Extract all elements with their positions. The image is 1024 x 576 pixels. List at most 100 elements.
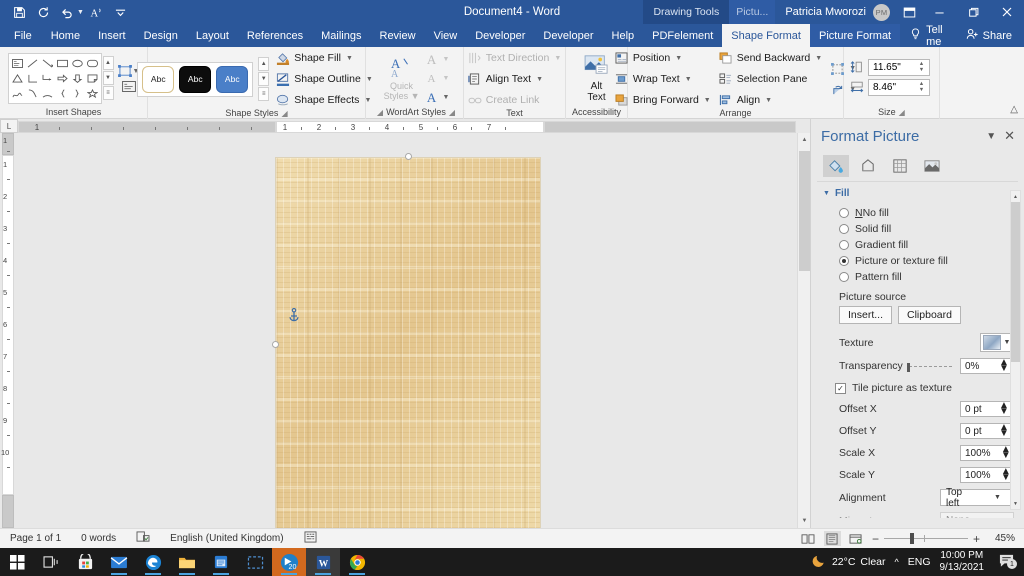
word-count[interactable]: 0 words xyxy=(71,533,126,544)
shape-star-icon[interactable] xyxy=(85,86,100,101)
start-button[interactable] xyxy=(0,548,34,576)
gallery-scroll-up-icon[interactable]: ▲ xyxy=(103,56,114,70)
document-vertical-scrollbar[interactable]: ▲ ▼ xyxy=(797,133,810,528)
scrollbar-thumb[interactable] xyxy=(799,151,810,271)
chevron-down-icon[interactable]: ▼ xyxy=(346,55,353,62)
customize-qat-icon[interactable] xyxy=(110,2,132,22)
tab-help[interactable]: Help xyxy=(603,24,644,47)
shape-styles-scroll[interactable]: ▲ ▼ ≡ xyxy=(258,57,269,102)
read-mode-view[interactable] xyxy=(800,531,817,546)
position-button[interactable]: Position ▼ xyxy=(612,49,714,67)
shape-arc-icon[interactable] xyxy=(40,86,55,101)
tab-home[interactable]: Home xyxy=(42,24,89,47)
show-hidden-icons[interactable]: ^ xyxy=(895,557,899,567)
radio-gradient-fill[interactable] xyxy=(839,240,849,250)
clipboard-button[interactable]: Clipboard xyxy=(898,306,961,324)
shape-width-spinner[interactable]: ▲▼ xyxy=(915,81,928,93)
shape-outline-button[interactable]: Shape Outline ▼ xyxy=(273,70,376,88)
radio-no-fill[interactable] xyxy=(839,208,849,218)
scale-x-input[interactable]: 100% ▲▼ xyxy=(960,445,1014,461)
shape-width-input[interactable]: ▲▼ xyxy=(868,79,930,96)
bring-forward-button[interactable]: Bring Forward ▼ xyxy=(612,91,714,109)
dialog-launcher-icon[interactable]: ◢ xyxy=(899,108,905,117)
microsoft-store-icon[interactable] xyxy=(68,548,102,576)
tab-developer[interactable]: Developer xyxy=(466,24,534,47)
tab-insert[interactable]: Insert xyxy=(89,24,135,47)
shape-height-value[interactable] xyxy=(869,62,915,73)
horizontal-ruler[interactable]: L 1 1 2 3 4 5 6 xyxy=(0,119,810,133)
zoom-level[interactable]: 45% xyxy=(987,533,1015,544)
refresh-icon[interactable] xyxy=(32,2,54,22)
styles-scroll-up-icon[interactable]: ▲ xyxy=(258,57,269,71)
pane-scroll-up-icon[interactable]: ▲ xyxy=(1011,191,1020,202)
snip-tool-icon[interactable] xyxy=(238,548,272,576)
gallery-more-icon[interactable]: ≡ xyxy=(103,86,114,100)
chevron-down-icon[interactable]: ▼ xyxy=(536,76,543,83)
clock[interactable]: 10:00 PM 9/13/2021 xyxy=(940,550,985,574)
chevron-down-icon[interactable]: ▼ xyxy=(675,55,682,62)
shape-style-thumb-1[interactable]: Abc xyxy=(142,66,174,93)
onedrive-icon[interactable] xyxy=(204,548,238,576)
option-gradient-fill[interactable]: Gradient fill xyxy=(811,237,1024,253)
layout-properties-tab[interactable] xyxy=(887,155,913,177)
tile-picture-checkbox[interactable]: ✓ xyxy=(835,383,846,394)
selection-pane-button[interactable]: Selection Pane xyxy=(716,70,825,88)
radio-picture-or-texture-fill[interactable] xyxy=(839,256,849,266)
scale-y-input[interactable]: 100% ▲▼ xyxy=(960,467,1014,483)
account-name[interactable]: Patricia Mworozi xyxy=(775,6,873,18)
option-picture-or-texture-fill[interactable]: Picture or texture fill xyxy=(811,253,1024,269)
align-text-button[interactable]: Align Text ▼ xyxy=(465,70,565,88)
pane-scrollbar-thumb[interactable] xyxy=(1011,202,1020,362)
tab-pdfelement[interactable]: PDFelement xyxy=(643,24,722,47)
read-aloud-icon[interactable]: A xyxy=(86,2,108,22)
avatar[interactable]: PM xyxy=(873,4,890,21)
shapes-gallery-scroll[interactable]: ▲ ▼ ≡ xyxy=(103,56,114,101)
pane-options-icon[interactable]: ▼ xyxy=(981,131,1001,142)
undo-icon[interactable] xyxy=(56,2,78,22)
shape-freeform-icon[interactable] xyxy=(10,86,25,101)
text-outline-button[interactable]: A ▼ xyxy=(424,70,450,87)
resize-handle-middle-left[interactable] xyxy=(272,341,279,348)
tell-me-box[interactable]: Tell me xyxy=(900,24,958,47)
shape-rectangle-icon[interactable] xyxy=(55,56,70,71)
tab-shape-format[interactable]: Shape Format xyxy=(722,24,810,47)
tab-references[interactable]: References xyxy=(238,24,312,47)
print-layout-view[interactable] xyxy=(824,531,841,546)
radio-solid-fill[interactable] xyxy=(839,224,849,234)
chevron-down-icon[interactable]: ▼ xyxy=(685,76,692,83)
effects-tab[interactable] xyxy=(855,155,881,177)
shape-height-input[interactable]: ▲▼ xyxy=(868,59,930,76)
vertical-ruler[interactable]: 1 1 2 3 4 5 6 7 8 9 10 xyxy=(0,133,16,528)
weather-widget[interactable]: 22°C Clear xyxy=(812,553,886,571)
edge-icon[interactable] xyxy=(136,548,170,576)
chevron-down-icon[interactable]: ▼ xyxy=(977,517,1013,518)
dialog-launcher-icon[interactable]: ◢ xyxy=(449,108,455,117)
shape-left-brace-icon[interactable] xyxy=(55,86,70,101)
shape-right-brace-icon[interactable] xyxy=(70,86,85,101)
radio-pattern-fill[interactable] xyxy=(839,272,849,282)
tab-review[interactable]: Review xyxy=(371,24,425,47)
wrap-text-button[interactable]: Wrap Text ▼ xyxy=(612,70,714,88)
edit-shape-icon[interactable]: ▼ xyxy=(118,65,140,77)
camtasia-icon[interactable]: 20 xyxy=(272,548,306,576)
shape-elbow-connector-icon[interactable] xyxy=(40,71,55,86)
proofing-errors-icon[interactable] xyxy=(126,531,160,546)
zoom-in-button[interactable]: + xyxy=(973,532,980,546)
transparency-input[interactable]: 0% ▲▼ xyxy=(960,358,1014,374)
quick-styles-button[interactable]: AA Quick Styles ▼ xyxy=(380,56,424,101)
save-icon[interactable] xyxy=(8,2,30,22)
styles-more-icon[interactable]: ≡ xyxy=(258,87,269,101)
accessibility-checker-icon[interactable] xyxy=(294,531,327,546)
option-no-fill[interactable]: NNo fill xyxy=(811,205,1024,221)
collapse-ribbon-icon[interactable]: △ xyxy=(1010,104,1018,115)
chevron-down-icon[interactable]: ▼ xyxy=(443,56,450,63)
chevron-down-icon[interactable]: ▼ xyxy=(765,97,772,104)
file-explorer-icon[interactable] xyxy=(170,548,204,576)
page-indicator[interactable]: Page 1 of 1 xyxy=(0,533,71,544)
text-effects-button[interactable]: A ▼ xyxy=(424,89,450,106)
chevron-down-icon[interactable]: ▼ xyxy=(443,94,450,101)
dialog-launcher-icon[interactable]: ◢ xyxy=(281,109,287,118)
alignment-select[interactable]: Top left ▼ xyxy=(940,489,1014,506)
fill-line-tab[interactable] xyxy=(823,155,849,177)
chevron-down-icon[interactable]: ▼ xyxy=(815,55,822,62)
